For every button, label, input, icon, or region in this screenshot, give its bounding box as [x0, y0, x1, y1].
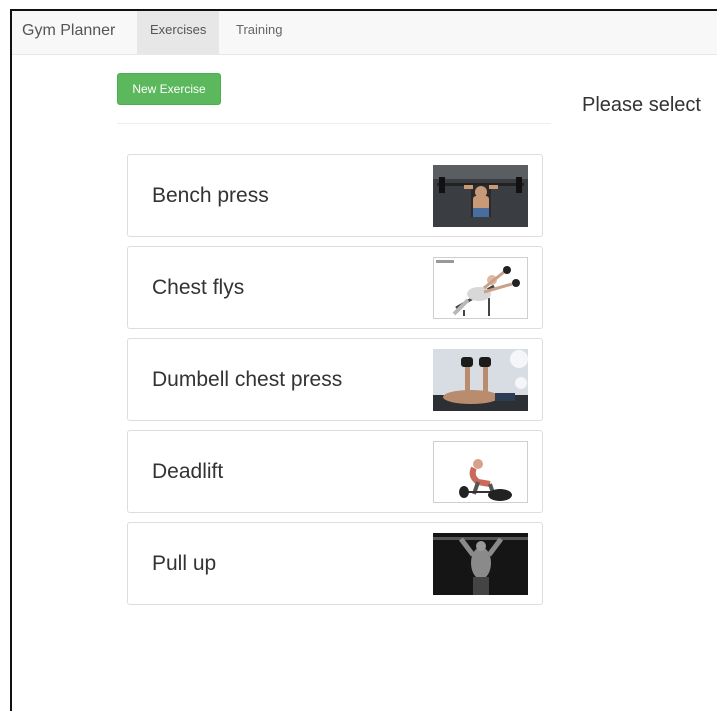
divider: [117, 123, 551, 124]
chest-flys-thumbnail: [433, 257, 528, 319]
top-navbar: Gym Planner Exercises Training: [12, 11, 717, 55]
bench-press-thumbnail: [433, 165, 528, 227]
exercise-list: Bench press Chest flys Dumbell chest pre…: [127, 154, 543, 614]
pull-up-thumbnail: [433, 533, 528, 595]
select-prompt: Please select: [582, 94, 701, 116]
tab-training[interactable]: Training: [223, 11, 295, 54]
exercise-name: Bench press: [152, 184, 269, 207]
app-brand[interactable]: Gym Planner: [22, 11, 115, 54]
exercise-name: Deadlift: [152, 460, 224, 483]
tab-exercises[interactable]: Exercises: [137, 11, 220, 54]
exercise-item-dumbell-chest-press[interactable]: Dumbell chest press: [127, 338, 543, 421]
exercise-item-pull-up[interactable]: Pull up: [127, 522, 543, 605]
exercise-name: Chest flys: [152, 276, 245, 299]
dumbell-chest-press-thumbnail: [433, 349, 528, 411]
new-exercise-button[interactable]: New Exercise: [117, 73, 221, 105]
exercise-item-deadlift[interactable]: Deadlift: [127, 430, 543, 513]
deadlift-thumbnail: [433, 441, 528, 503]
exercise-name: Pull up: [152, 552, 217, 575]
exercise-item-bench-press[interactable]: Bench press: [127, 154, 543, 237]
app-window: Gym Planner Exercises Training New Exerc…: [10, 9, 717, 711]
exercise-name: Dumbell chest press: [152, 368, 343, 391]
exercise-item-chest-flys[interactable]: Chest flys: [127, 246, 543, 329]
